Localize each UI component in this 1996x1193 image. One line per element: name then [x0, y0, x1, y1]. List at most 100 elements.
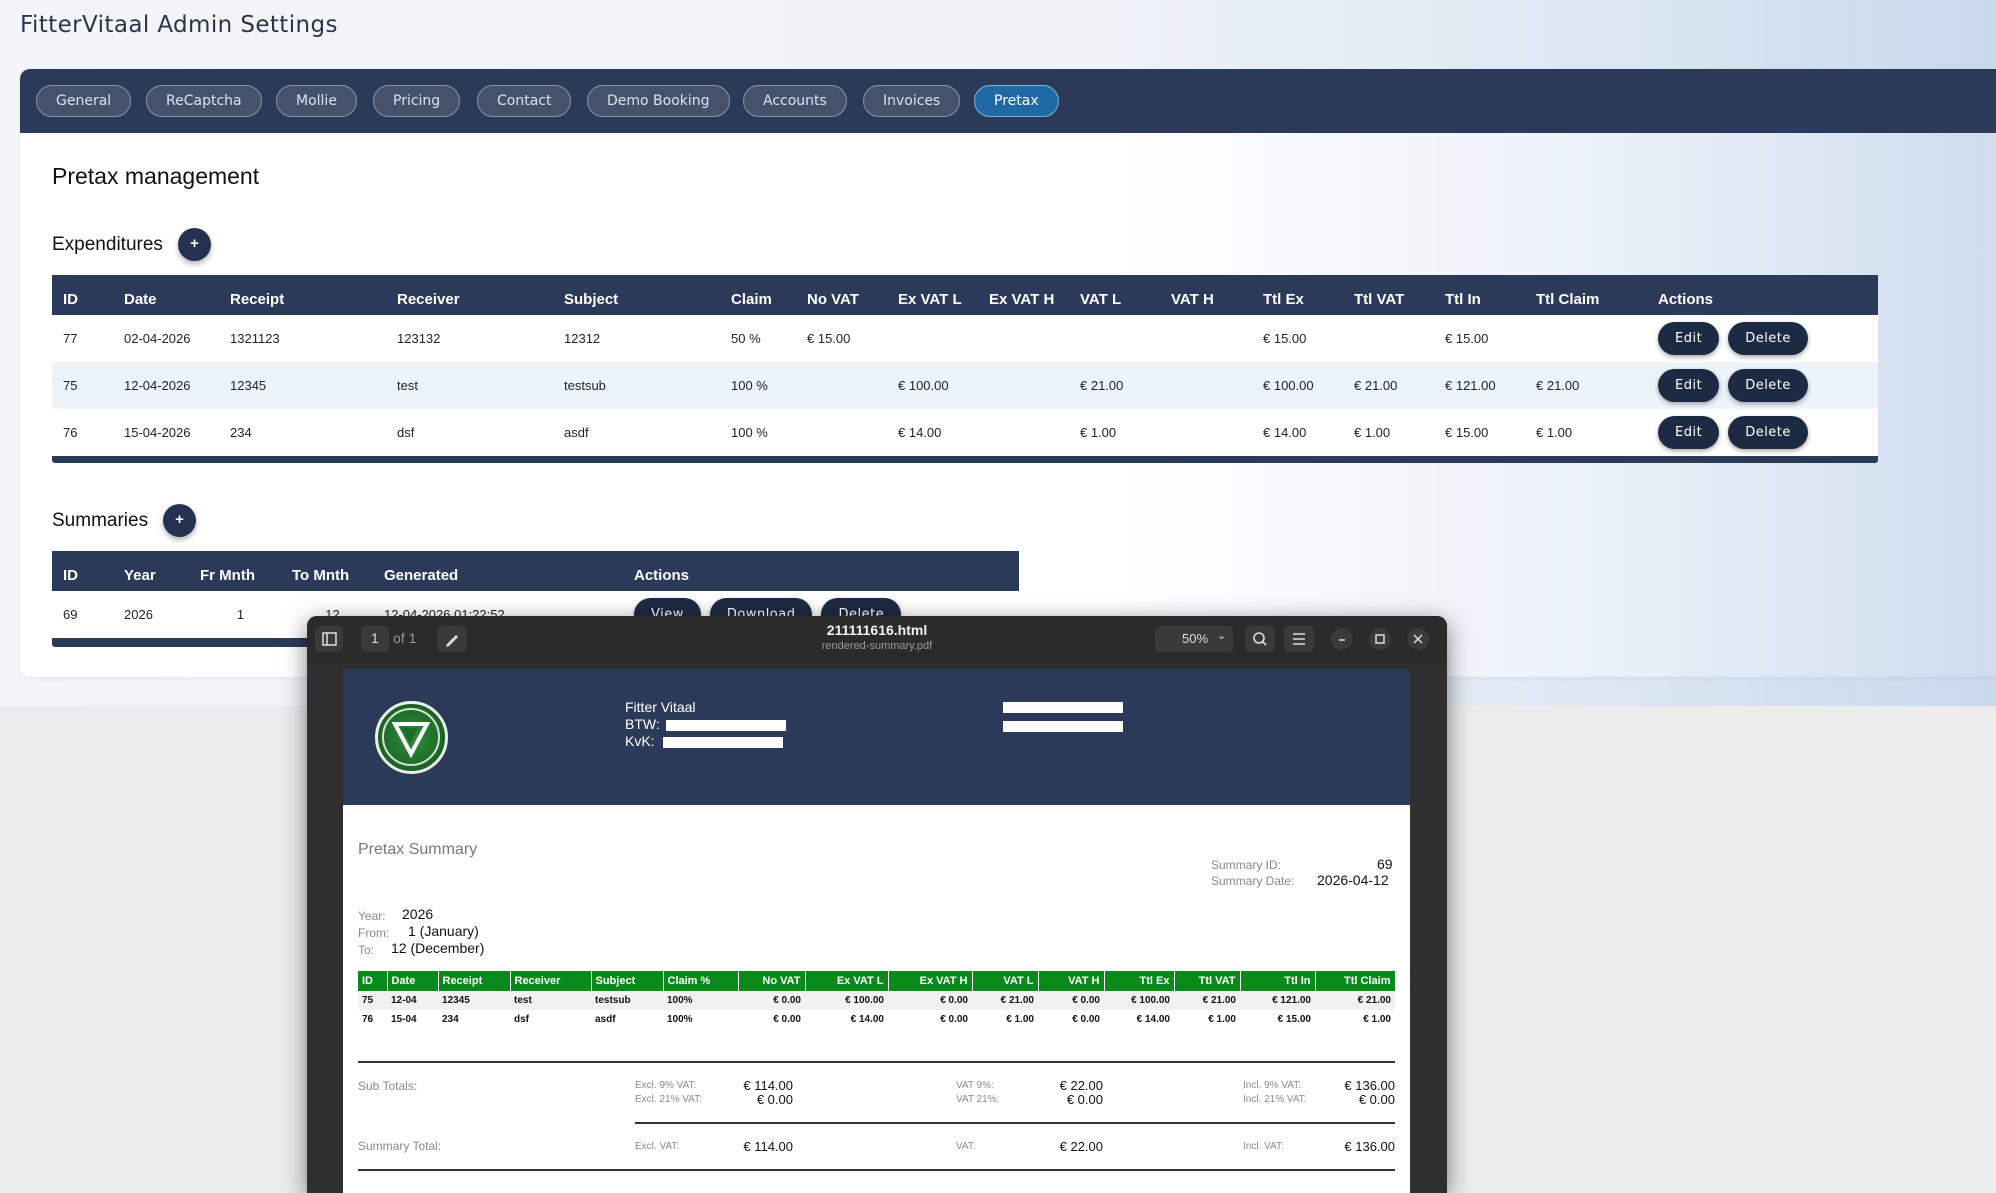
pdf-column-header: No VAT — [738, 971, 806, 991]
table-cell — [978, 315, 1069, 362]
kvk-label: KvK: — [625, 733, 655, 749]
table-cell: testsub — [564, 378, 606, 393]
tab-pricing[interactable]: Pricing — [373, 85, 461, 117]
plus-icon: + — [190, 235, 199, 252]
tab-contact[interactable]: Contact — [477, 85, 572, 117]
table-cell: 234 — [230, 425, 252, 440]
edit-button[interactable]: Edit — [1658, 416, 1720, 449]
pdf-table-cell: 12-04 — [387, 991, 438, 1010]
table-cell: € 1.00 — [1080, 425, 1117, 440]
table-cell: € 14.00 — [898, 425, 942, 440]
from-value: 1 (January) — [408, 923, 479, 939]
redacted-btw — [666, 720, 786, 731]
pdf-expenditures-table: ID Date Receipt Receiver Subject Claim % No VA… — [358, 971, 1396, 1029]
close-button[interactable] — [1407, 628, 1429, 650]
summary-date: 2026-04-12 — [1317, 872, 1389, 888]
table-row: 76 15-04-2026 234 dsf asdf 100 % € 14.00 € 1.00… — [52, 409, 1878, 456]
expenditures-table: ID Date Receipt Receiver Subject Claim No VAT E… — [52, 275, 1878, 456]
table-cell: 75 — [63, 378, 78, 393]
pdf-column-header: VAT L — [972, 971, 1039, 991]
delete-button[interactable]: Delete — [1728, 416, 1808, 449]
tab-accounts[interactable]: Accounts — [743, 85, 847, 117]
viewer-subtitle: rendered-summary.pdf — [821, 640, 933, 652]
tab-pretax[interactable]: Pretax — [974, 85, 1059, 117]
table-cell — [1160, 362, 1252, 409]
table-cell — [796, 362, 887, 409]
table-cell: 2026 — [124, 607, 153, 622]
table-cell: 123132 — [397, 331, 441, 346]
app-title: FitterVitaal Admin Settings — [20, 12, 338, 38]
search-button[interactable] — [1245, 626, 1275, 652]
incl-label: Incl. VAT: — [1243, 1141, 1284, 1152]
tab-recaptcha[interactable]: ReCaptcha — [146, 85, 262, 117]
table-cell: 69 — [63, 607, 78, 622]
pdf-column-header: Date — [387, 971, 439, 991]
add-summary-button[interactable]: + — [163, 504, 196, 537]
minimize-button[interactable] — [1331, 628, 1353, 650]
pdf-table-cell: € 15.00 — [1277, 1014, 1311, 1025]
table-cell: € 121.00 — [1445, 378, 1496, 393]
maximize-button[interactable] — [1369, 628, 1391, 650]
divider — [358, 1061, 1395, 1063]
table-cell — [978, 409, 1069, 456]
table-cell: € 15.00 — [1263, 331, 1307, 346]
delete-button[interactable]: Delete — [1728, 369, 1808, 402]
table-cell: asdf — [564, 425, 589, 440]
menu-button[interactable] — [1284, 626, 1314, 652]
table-cell: € 15.00 — [1445, 425, 1489, 440]
table-cell — [1343, 315, 1434, 362]
actions-cell: Edit Delete — [1647, 409, 1878, 456]
column-header: Actions — [1647, 275, 1878, 315]
pdf-table-cell: 15-04 — [391, 1014, 417, 1025]
divider — [635, 1122, 1395, 1124]
pdf-column-header: VAT H — [1038, 971, 1105, 991]
close-icon — [1413, 634, 1423, 644]
tab-demo-booking[interactable]: Demo Booking — [587, 85, 730, 117]
column-header: Actions — [623, 551, 1019, 591]
table-cell — [1160, 409, 1252, 456]
vat21-value: € 0.00 — [1066, 1092, 1103, 1107]
redacted-address-1 — [1003, 702, 1123, 713]
pdf-column-header: Ttl VAT — [1174, 971, 1241, 991]
delete-button[interactable]: Delete — [1728, 322, 1808, 355]
tab-invoices[interactable]: Invoices — [863, 85, 961, 117]
pdf-table-cell: test — [510, 991, 591, 1010]
add-expenditure-button[interactable]: + — [178, 228, 211, 261]
incl9-label: Incl. 9% VAT: — [1243, 1080, 1301, 1091]
company-name: Fitter Vitaal — [625, 699, 696, 715]
to-value: 12 (December) — [391, 940, 485, 956]
pdf-table-cell: € 21.00 — [1315, 991, 1395, 1010]
btw-label: BTW: — [625, 716, 660, 732]
pdf-column-header: Subject — [591, 971, 664, 991]
pdf-column-header: Ttl In — [1240, 971, 1316, 991]
table-cell — [1160, 315, 1252, 362]
table-cell: 15-04-2026 — [124, 425, 191, 440]
column-header: No VAT — [796, 275, 887, 315]
expenditures-heading: Expenditures — [52, 234, 163, 255]
pdf-table-cell: € 1.00 — [1363, 1014, 1391, 1025]
column-header: ID — [52, 551, 113, 591]
summary-date-label: Summary Date: — [1211, 874, 1295, 888]
pdf-column-header: Ttl Claim — [1315, 971, 1396, 991]
table-cell — [1525, 315, 1647, 362]
table-cell: 76 — [63, 425, 78, 440]
incl21-label: Incl. 21% VAT: — [1243, 1094, 1307, 1105]
minimize-icon — [1339, 639, 1345, 641]
edit-button[interactable]: Edit — [1658, 369, 1720, 402]
summary-total-label: Summary Total: — [358, 1139, 442, 1153]
column-header: VAT H — [1160, 275, 1252, 315]
tab-general[interactable]: General — [36, 85, 132, 117]
table-cell — [1069, 315, 1160, 362]
subtotals-label: Sub Totals: — [358, 1079, 418, 1093]
edit-button[interactable]: Edit — [1658, 322, 1720, 355]
excl9-value: € 114.00 — [743, 1078, 793, 1093]
table-cell: dsf — [397, 425, 415, 440]
pdf-table-cell: € 100.00 — [1104, 991, 1174, 1010]
column-header: Ttl In — [1434, 275, 1525, 315]
column-header: VAT L — [1069, 275, 1160, 315]
vat21-label: VAT 21%: — [956, 1094, 1000, 1105]
table-row: 77 02-04-2026 1321123 123132 12312 50 % € 15.0… — [52, 315, 1878, 362]
tab-mollie[interactable]: Mollie — [276, 85, 357, 117]
table-cell: 12345 — [230, 378, 267, 393]
table-cell: € 21.00 — [1536, 378, 1580, 393]
